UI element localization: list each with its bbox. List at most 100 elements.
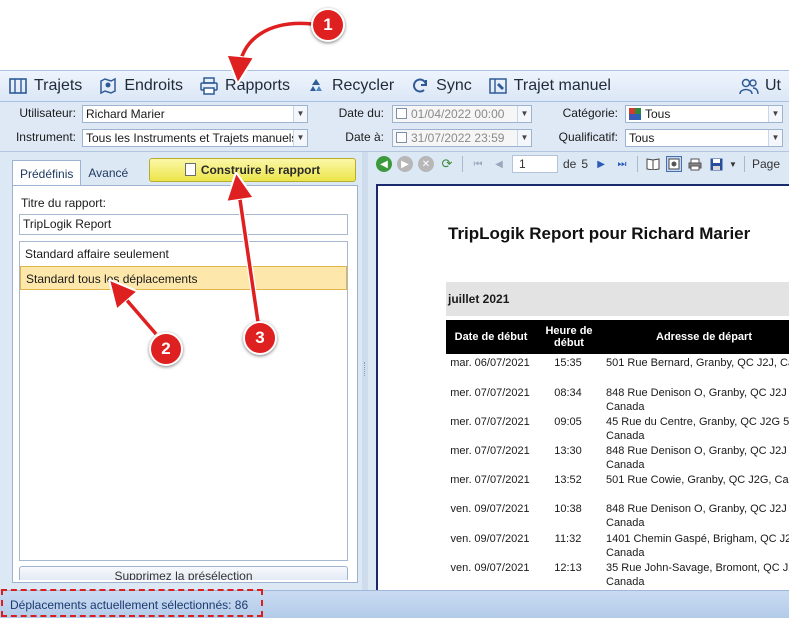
instrument-dropdown[interactable]: Tous les Instruments et Trajets manuels … [82, 129, 308, 147]
report-title-input[interactable]: TripLogik Report [19, 214, 348, 235]
manual-trip-icon [488, 76, 508, 96]
cell-date: ven. 09/07/2021 [450, 533, 530, 545]
report-title-label: Titre du rapport: [21, 196, 106, 210]
menu-label-sync: Sync [436, 77, 472, 94]
menu-label-trajet-manuel: Trajet manuel [513, 77, 611, 94]
date-a-field[interactable]: 31/07/2022 23:59 ▼ [392, 129, 532, 147]
menu-endroits[interactable]: Endroits [90, 71, 191, 101]
print-icon[interactable] [687, 156, 703, 172]
predefined-tab-content: Titre du rapport: TripLogik Report Stand… [12, 185, 358, 583]
refresh-icon[interactable]: ⟳ [439, 156, 455, 172]
cell-address: 501 Rue Bernard, Granby, QC J2J, Canada [606, 357, 789, 369]
report-table-header: Date de début Heure de début Adresse de … [446, 320, 789, 354]
print-layout-icon[interactable] [666, 156, 683, 172]
users-icon [739, 76, 759, 96]
date-du-value: 01/04/2022 00:00 [411, 107, 505, 121]
preset-item-selected[interactable]: Standard tous les déplacements [20, 266, 347, 290]
report-tabs: Prédéfinis Avancé [12, 160, 135, 186]
menu-label-trajets: Trajets [34, 77, 83, 94]
chevron-down-icon[interactable]: ▼ [517, 106, 531, 122]
menu-recycler[interactable]: Recycler [298, 71, 402, 101]
cell-time: 09:05 [554, 416, 582, 428]
menu-label-rapports: Rapports [225, 77, 290, 94]
stop-icon[interactable]: ✕ [418, 156, 434, 172]
menu-label-recycler: Recycler [331, 77, 395, 94]
date-du-field[interactable]: 01/04/2022 00:00 ▼ [392, 105, 532, 123]
menu-rapports[interactable]: Rapports [191, 71, 298, 101]
utilisateur-dropdown[interactable]: Richard Marier ▼ [82, 105, 308, 123]
column-header-date: Date de début [454, 331, 528, 343]
preset-list: Standard affaire seulement Standard tous… [19, 241, 348, 561]
cell-address-line2: Canada [606, 576, 645, 588]
callout-badge-2: 2 [149, 332, 183, 366]
cell-address: 35 Rue John-Savage, Bromont, QC J2L 2V2 [606, 562, 789, 574]
cell-time: 13:30 [554, 445, 582, 457]
menu-label-endroits: Endroits [124, 77, 184, 94]
forward-icon[interactable]: ▶ [397, 156, 413, 172]
prev-page-icon[interactable]: ◀ [491, 156, 507, 172]
status-highlight-box [1, 589, 263, 617]
chevron-down-icon[interactable]: ▼ [293, 130, 307, 146]
chevron-down-icon[interactable]: ▼ [293, 106, 307, 122]
last-page-icon[interactable]: ⏭ [614, 156, 630, 172]
categorie-dropdown[interactable]: Tous ▼ [625, 105, 783, 123]
chevron-down-icon[interactable]: ▼ [517, 130, 531, 146]
categorie-value: Tous [645, 107, 671, 121]
cell-date: mer. 07/07/2021 [450, 445, 530, 457]
build-report-button[interactable]: Construire le rapport [149, 158, 356, 182]
delete-preset-button[interactable]: Supprimez la présélection [19, 566, 348, 580]
cell-address: 848 Rue Denison O, Granby, QC J2J 0S4 [606, 387, 789, 399]
cell-time: 13:52 [554, 474, 582, 486]
cell-date: mer. 07/07/2021 [450, 387, 530, 399]
cell-address-line2: Canada [606, 517, 645, 529]
build-report-label: Construire le rapport [200, 163, 321, 177]
column-header-address: Adresse de départ [656, 331, 752, 343]
save-icon[interactable] [708, 156, 724, 172]
report-title: TripLogik Report pour Richard Marier [448, 224, 751, 243]
page-number-input[interactable]: 1 [512, 155, 558, 173]
report-chart-icon [184, 163, 196, 176]
page-setup-label[interactable]: Page [752, 157, 780, 171]
chevron-down-icon[interactable]: ▼ [729, 160, 737, 169]
next-page-icon[interactable]: ▶ [593, 156, 609, 172]
page-of-label: de [563, 157, 577, 171]
cell-address: 45 Rue du Centre, Granby, QC J2G 5B4 [606, 416, 789, 428]
menu-trajet-manuel[interactable]: Trajet manuel [480, 71, 619, 101]
recycle-icon [306, 76, 326, 96]
instrument-value: Tous les Instruments et Trajets manuels [86, 131, 298, 145]
chevron-down-icon[interactable]: ▼ [768, 130, 782, 146]
cell-address-line2: Canada [606, 459, 645, 471]
menu-sync[interactable]: Sync [402, 71, 480, 101]
book-icon[interactable] [645, 156, 661, 172]
tab-predefinis[interactable]: Prédéfinis [12, 160, 82, 186]
chevron-down-icon[interactable]: ▼ [768, 106, 782, 122]
top-margin [0, 0, 789, 70]
menu-trajets[interactable]: Trajets [0, 71, 90, 101]
cell-date: ven. 09/07/2021 [450, 503, 530, 515]
preset-item[interactable]: Standard affaire seulement [20, 242, 347, 266]
columns-icon [8, 76, 28, 96]
callout-badge-3: 3 [243, 321, 277, 355]
cell-time: 10:38 [554, 503, 582, 515]
qualificatif-label: Qualificatif: [558, 130, 618, 144]
utilisateur-label: Utilisateur: [19, 106, 76, 120]
report-options-panel: Prédéfinis Avancé Construire le rapport … [0, 152, 362, 590]
back-icon[interactable]: ◀ [376, 156, 392, 172]
report-viewer: ◀ ▶ ✕ ⟳ ⏮ ◀ 1 de 5 ▶ ⏭ ▼ Page TripLogik … [368, 152, 789, 590]
instrument-label: Instrument: [15, 130, 76, 144]
date-a-checkbox[interactable] [396, 132, 407, 143]
cell-address: 848 Rue Denison O, Granby, QC J2J 0S4 [606, 445, 789, 457]
utilisateur-value: Richard Marier [86, 107, 165, 121]
splitter-grip[interactable] [364, 362, 366, 376]
date-a-value: 31/07/2022 23:59 [411, 131, 505, 145]
tab-avance[interactable]: Avancé [81, 160, 135, 186]
menu-utilisateurs[interactable]: Ut [731, 71, 789, 101]
cell-date: ven. 09/07/2021 [450, 562, 530, 574]
first-page-icon[interactable]: ⏮ [470, 156, 486, 172]
cell-address: 501 Rue Cowie, Granby, QC J2G, Canada [606, 474, 789, 486]
qualificatif-dropdown[interactable]: Tous ▼ [625, 129, 783, 147]
cell-time: 15:35 [554, 357, 582, 369]
cell-address: 1401 Chemin Gaspé, Brigham, QC J2K 4G1 [606, 533, 789, 545]
menu-label-utilisateurs: Ut [765, 77, 781, 94]
date-du-checkbox[interactable] [396, 108, 407, 119]
